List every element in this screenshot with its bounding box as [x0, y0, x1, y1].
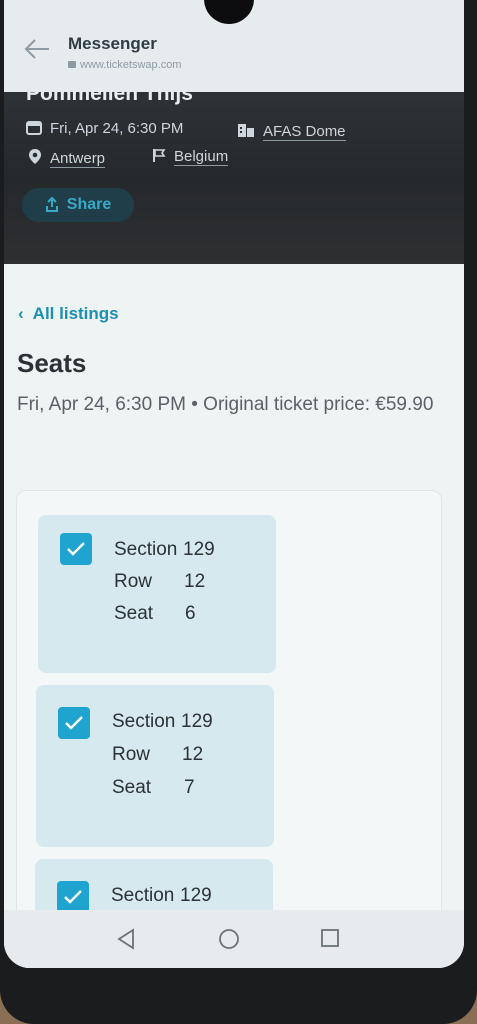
phone-frame: Pommelien Thijs Fri, Apr 24, 6:30 PM AFA…: [0, 0, 477, 1024]
listing-content: ‹ All listings Seats Fri, Apr 24, 6:30 PM…: [4, 264, 464, 968]
row-value: 12: [182, 744, 204, 765]
checkbox[interactable]: [60, 533, 92, 565]
system-nav-bar: [4, 910, 464, 968]
nav-home-icon[interactable]: [218, 928, 240, 950]
app-title: Messenger: [68, 34, 157, 53]
ticket-card[interactable]: Section 129 Row 12 Seat 7: [36, 685, 274, 847]
share-label: Share: [66, 196, 112, 213]
checkbox[interactable]: [57, 881, 89, 913]
page-title: Seats: [17, 348, 87, 378]
event-country-text[interactable]: Belgium: [174, 148, 229, 166]
seat-value: 7: [184, 777, 195, 798]
ticket-card[interactable]: Section 129 Row 12 Seat 6: [38, 515, 276, 673]
event-country[interactable]: Belgium: [152, 148, 229, 166]
event-venue-text[interactable]: AFAS Dome: [263, 123, 346, 141]
event-city[interactable]: Antwerp: [28, 148, 106, 168]
listing-subtitle: Fri, Apr 24, 6:30 PM • Original ticket p…: [17, 394, 434, 415]
section-label: Section: [114, 539, 178, 560]
flag-icon: [153, 149, 166, 162]
event-city-text[interactable]: Antwerp: [50, 150, 106, 168]
checkmark-icon: [64, 890, 82, 904]
section-value: 129: [181, 711, 213, 732]
app-url: www.ticketswap.com: [68, 59, 181, 71]
all-listings-link[interactable]: ‹ All listings: [18, 304, 119, 324]
tickets-panel: Section 129 Row 12 Seat 6 Section 129 Ro…: [16, 490, 442, 968]
section-value: 129: [183, 539, 215, 560]
event-hero: Pommelien Thijs Fri, Apr 24, 6:30 PM AFA…: [4, 76, 464, 264]
event-date: Fri, Apr 24, 6:30 PM: [26, 120, 183, 137]
section-label: Section: [111, 885, 175, 906]
seat-value: 6: [185, 603, 196, 624]
share-button[interactable]: Share: [22, 188, 134, 222]
row-value: 12: [184, 571, 206, 592]
map-pin-icon: [29, 149, 41, 164]
row-label: Row: [112, 744, 151, 765]
checkmark-icon: [65, 716, 83, 730]
event-date-text: Fri, Apr 24, 6:30 PM: [50, 120, 184, 137]
screen: Pommelien Thijs Fri, Apr 24, 6:30 PM AFA…: [4, 0, 464, 968]
checkbox[interactable]: [58, 707, 90, 739]
section-label: Section: [112, 711, 176, 732]
calendar-icon: [26, 121, 42, 135]
lock-icon: [68, 61, 76, 68]
chevron-left-icon: ‹: [18, 304, 24, 323]
checkmark-icon: [67, 542, 85, 556]
building-icon: [238, 124, 254, 137]
section-value: 129: [180, 885, 212, 906]
share-icon: [45, 197, 58, 212]
all-listings-label: All listings: [32, 304, 119, 323]
nav-back-icon[interactable]: [116, 928, 136, 950]
seat-label: Seat: [112, 777, 152, 798]
app-url-text: www.ticketswap.com: [80, 59, 182, 71]
row-label: Row: [114, 571, 153, 592]
event-venue[interactable]: AFAS Dome: [237, 122, 346, 141]
arrow-left-icon[interactable]: [22, 36, 52, 62]
seat-label: Seat: [114, 603, 154, 624]
nav-recents-icon[interactable]: [320, 928, 340, 948]
